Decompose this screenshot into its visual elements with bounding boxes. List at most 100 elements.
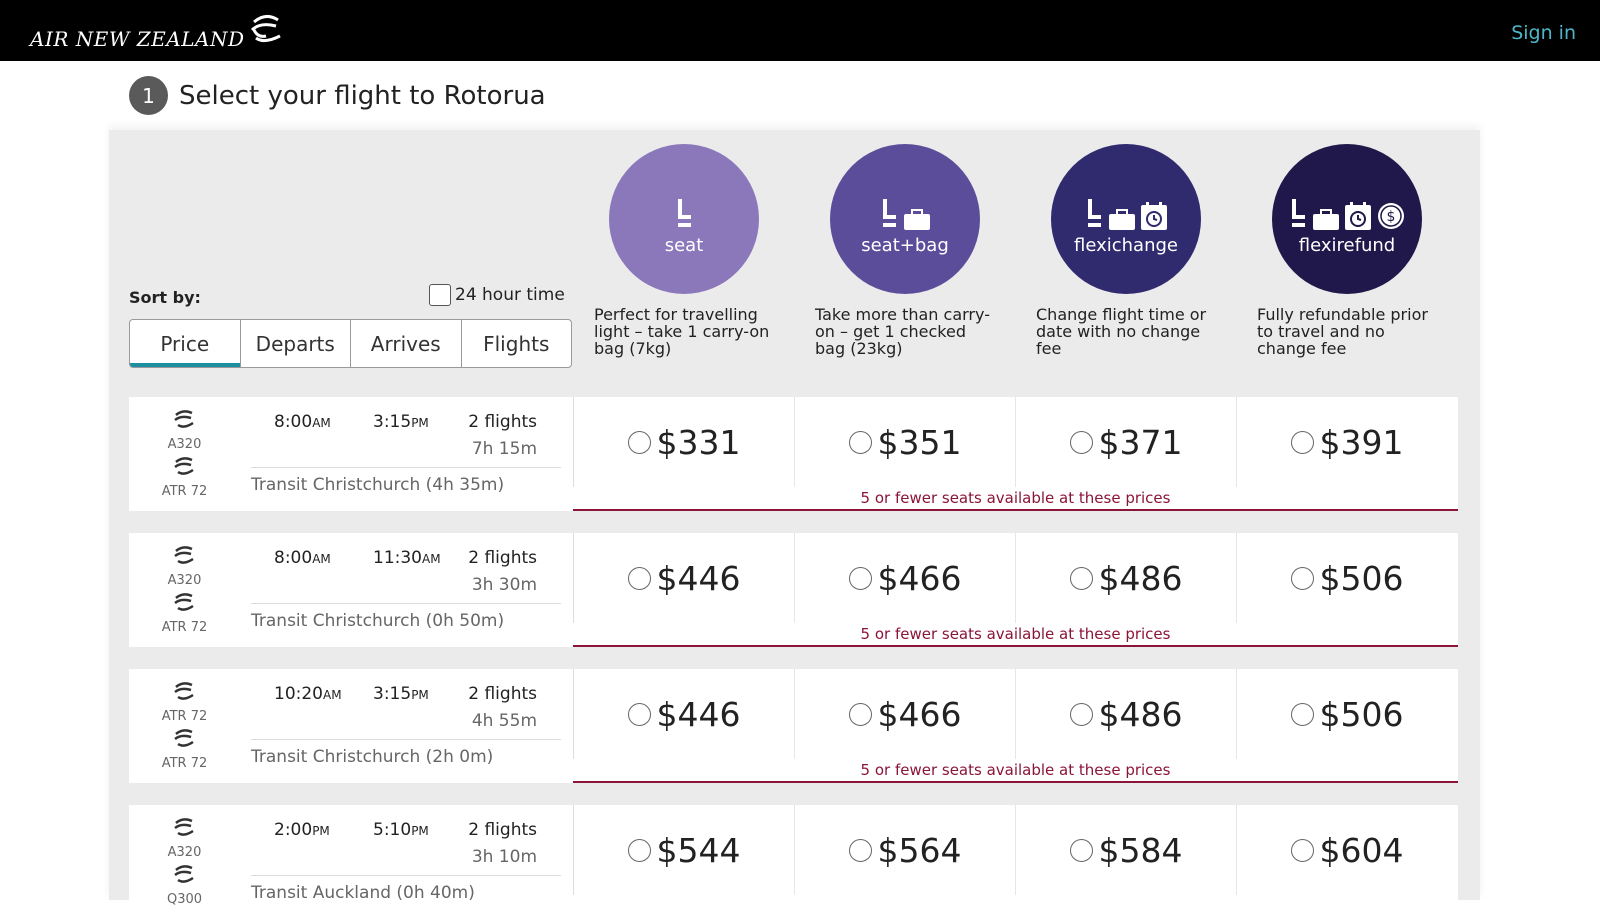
fare-option[interactable]: $564 [794,805,1015,895]
sign-in-link[interactable]: Sign in [1511,22,1576,44]
aircraft-type: ATR 72 [161,709,208,724]
calendar-clock-icon [1345,201,1371,230]
arrive-time: 3:15PM [373,684,429,704]
flight-count[interactable]: 2 flights [464,684,537,704]
fare-radio[interactable] [848,430,872,454]
fare-badge-flexirefund[interactable]: $ flexirefund [1272,144,1422,294]
fare-radio[interactable] [1069,566,1093,590]
fare-option[interactable]: $446 [573,669,794,759]
fare-radio[interactable] [848,566,872,590]
fare-radio[interactable] [1290,838,1314,862]
sort-by-label: Sort by: [129,288,201,307]
fare-option[interactable]: $466 [794,533,1015,623]
fare-price: $466 [877,558,962,598]
aircraft-info: A320 ATR 72 [129,397,240,511]
aircraft-type: ATR 72 [161,756,208,771]
fare-radio[interactable] [1069,838,1093,862]
fare-price: $466 [877,694,962,734]
fare-radio[interactable] [848,838,872,862]
availability-note: 5 or fewer seats available at these pric… [860,489,1171,507]
fare-radio[interactable] [627,430,651,454]
fare-radio[interactable] [1290,702,1314,726]
fare-description: Change flight time or date with no chang… [1036,305,1207,358]
fare-badge-flexichange[interactable]: flexichange [1051,144,1201,294]
top-bar: AIR NEW ZEALAND Sign in [0,0,1600,61]
fare-option[interactable]: $486 [1015,669,1236,759]
fare-badge-seat-bag[interactable]: seat+bag [830,144,980,294]
fare-option[interactable]: $466 [794,669,1015,759]
fare-radio[interactable] [627,566,651,590]
flight-duration: 3h 10m [471,847,537,867]
sort-tab-flights[interactable]: Flights [462,320,572,367]
hour24-toggle[interactable]: 24 hour time [429,284,565,306]
koru-icon [173,545,195,569]
fare-header-seat[interactable]: seat Perfect for travelling light – take… [594,144,794,357]
fare-header-seat-bag[interactable]: seat+bag Take more than carry-on – get 1… [815,144,1015,357]
fare-radio[interactable] [1069,430,1093,454]
aircraft-type: ATR 72 [161,484,208,499]
hour24-checkbox[interactable] [429,284,451,306]
fare-radio[interactable] [1069,702,1093,726]
koru-icon [173,864,195,888]
sort-tab-arrives[interactable]: Arrives [351,320,462,367]
divider [251,603,561,604]
koru-icon [173,592,195,616]
air-new-zealand-logo[interactable]: AIR NEW ZEALAND [30,12,286,52]
fare-header-flexirefund[interactable]: $ flexirefund Fully refundable prior to … [1257,144,1457,357]
fare-header-flexichange[interactable]: flexichange Change flight time or date w… [1036,144,1236,357]
depart-time: 10:20AM [274,684,342,704]
fare-radio[interactable] [627,838,651,862]
fare-price: $446 [656,558,741,598]
fare-radio[interactable] [627,702,651,726]
flight-duration: 4h 55m [471,711,537,731]
fare-name: flexichange [1074,234,1178,256]
fare-option[interactable]: $544 [573,805,794,895]
flight-row: ATR 72 ATR 72 10:20AM 3:15PM 2 flights 4h 55m… [129,669,1458,783]
fare-option[interactable]: $506 [1236,669,1457,759]
fare-name: flexirefund [1298,234,1396,256]
fare-option[interactable]: $371 [1015,397,1236,487]
flight-row: A320 ATR 72 8:00AM 3:15PM 2 flights 7h 15m Tra… [129,397,1458,511]
sort-tab-departs[interactable]: Departs [241,320,351,367]
fare-radio[interactable] [848,702,872,726]
availability-bar [573,781,1458,783]
fare-description: Fully refundable prior to travel and no … [1257,305,1428,358]
aircraft-type: A320 [167,437,202,452]
flight-count[interactable]: 2 flights [464,820,537,840]
availability-note: 5 or fewer seats available at these pric… [860,625,1171,643]
koru-icon [173,409,195,433]
calendar-clock-icon [1141,201,1167,230]
flight-duration: 7h 15m [471,439,537,459]
fare-price: $584 [1098,830,1183,870]
flight-row: A320 ATR 72 8:00AM 11:30AM 2 flights 3h 30m Tr… [129,533,1458,647]
fare-option[interactable]: $506 [1236,533,1457,623]
seat-icon [1292,198,1305,227]
fare-option[interactable]: $391 [1236,397,1457,487]
fare-option[interactable]: $584 [1015,805,1236,895]
transit-info: Transit Christchurch (4h 35m) [251,475,505,495]
flight-count[interactable]: 2 flights [464,412,537,432]
fare-options: $331 $351 $371 $391 5 or fewer seats availab… [573,397,1458,511]
fare-option[interactable]: $351 [794,397,1015,487]
availability-note: 5 or fewer seats available at these pric… [860,761,1171,779]
step-number: 1 [129,76,168,115]
fare-radio[interactable] [1290,430,1314,454]
fare-option[interactable]: $604 [1236,805,1457,895]
koru-icon [173,817,195,841]
fare-badge-seat[interactable]: seat [609,144,759,294]
flight-duration: 3h 30m [471,575,537,595]
fare-options: $446 $466 $486 $506 5 or fewer seats availab… [573,533,1458,647]
fare-option[interactable]: $486 [1015,533,1236,623]
transit-info: Transit Auckland (0h 40m) [251,883,475,903]
fare-option[interactable]: $446 [573,533,794,623]
fare-radio[interactable] [1290,566,1314,590]
seat-icon [883,198,896,227]
fare-option[interactable]: $331 [573,397,794,487]
bag-icon [1313,208,1339,230]
sort-tab-price[interactable]: Price [130,320,241,367]
flight-count[interactable]: 2 flights [464,548,537,568]
aircraft-info: A320 Q300 [129,805,240,919]
fare-description: Take more than carry-on – get 1 checked … [815,305,990,358]
depart-time: 8:00AM [274,412,331,432]
fare-options: $544 $564 $584 $604 [573,805,1458,919]
